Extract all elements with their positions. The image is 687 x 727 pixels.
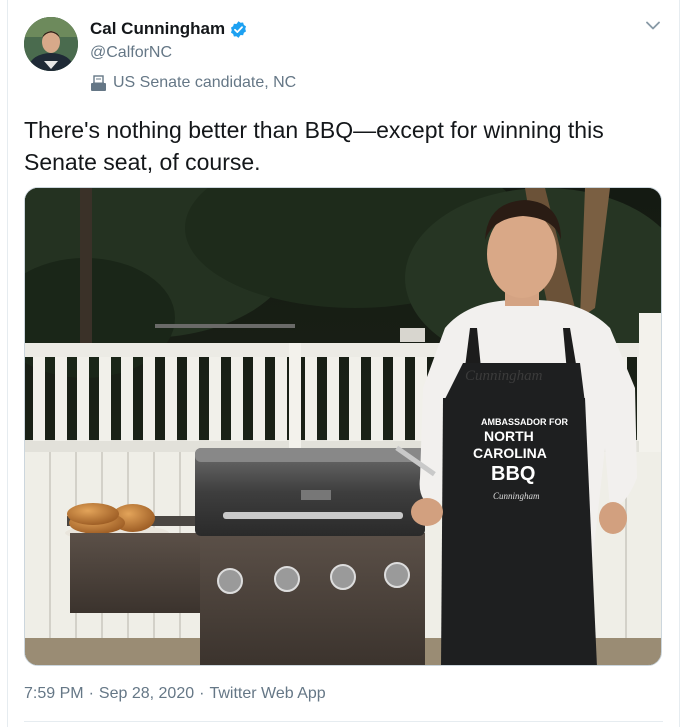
tweet-time[interactable]: 7:59 PM	[24, 685, 84, 703]
tweet-source[interactable]: Twitter Web App	[209, 685, 325, 703]
tweet-text: There's nothing better than BBQ—except f…	[24, 117, 604, 175]
apron-line-3: CAROLINA	[473, 445, 547, 461]
display-name[interactable]: Cal Cunningham	[90, 19, 225, 39]
meta-separator: ·	[199, 685, 205, 702]
chevron-down-icon	[646, 17, 660, 35]
tweet-photo[interactable]: Cunningham AMBASSADOR FOR NORTH CAROLINA…	[24, 187, 662, 666]
avatar[interactable]	[24, 17, 78, 71]
tweet-card: Cal Cunningham @CalforNC US Senate candi…	[0, 0, 687, 727]
handle[interactable]: @CalforNC	[90, 44, 296, 64]
card-border-right	[679, 0, 680, 727]
card-border-left	[7, 0, 8, 727]
apron-line-1: AMBASSADOR FOR	[481, 417, 568, 427]
account-label: US Senate candidate, NC	[90, 73, 296, 93]
account-label-text: US Senate candidate, NC	[113, 74, 297, 91]
more-options-button[interactable]	[641, 14, 665, 38]
verified-badge-icon	[229, 20, 248, 39]
shirt-logo-text: Cunningham	[465, 368, 543, 384]
ballot-box-icon	[90, 74, 107, 92]
divider	[24, 721, 663, 722]
meta-separator: ·	[88, 685, 94, 702]
name-row: Cal Cunningham	[90, 18, 296, 40]
apron-logo: Cunningham	[493, 491, 540, 501]
tweet-meta: 7:59 PM · Sep 28, 2020 · Twitter Web App	[24, 685, 326, 703]
apron-line-4: BBQ	[491, 463, 535, 485]
tweet-date[interactable]: Sep 28, 2020	[99, 685, 194, 703]
tweet-header: Cal Cunningham @CalforNC US Senate candi…	[90, 18, 296, 93]
apron-line-2: NORTH	[484, 428, 534, 444]
